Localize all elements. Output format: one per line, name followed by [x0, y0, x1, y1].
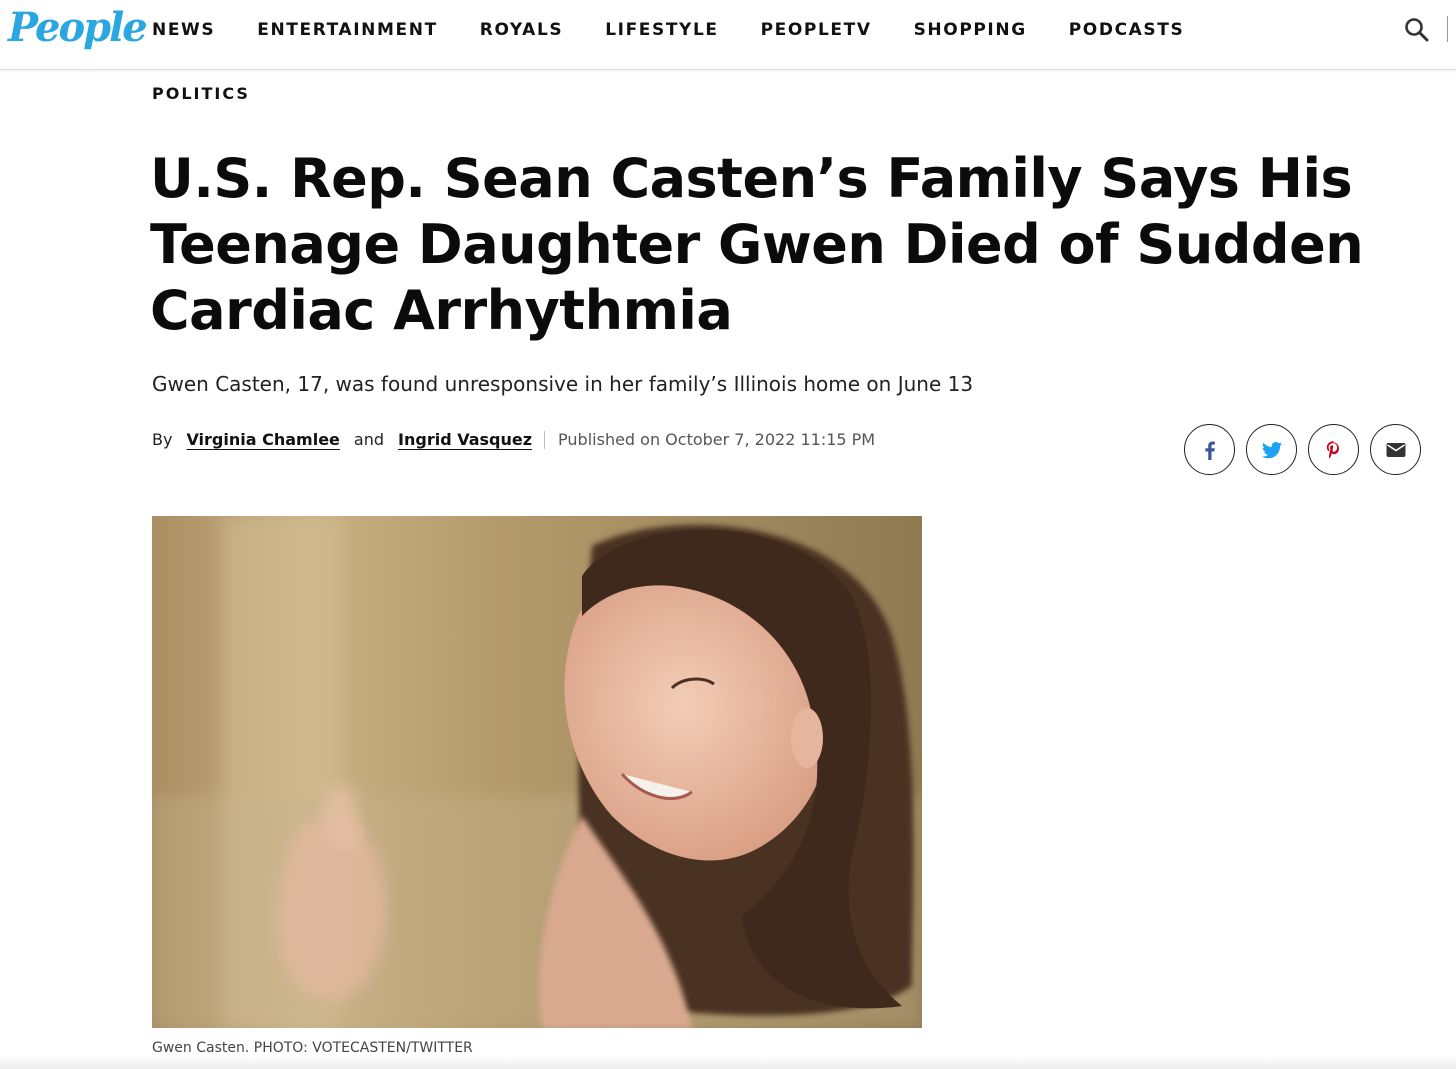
published-date: Published on October 7, 2022 11:15 PM	[558, 430, 876, 449]
main-nav: NEWS ENTERTAINMENT ROYALS LIFESTYLE PEOP…	[152, 20, 1226, 40]
facebook-icon	[1204, 441, 1215, 460]
byline-joiner: and	[353, 430, 385, 449]
email-icon	[1386, 442, 1405, 457]
share-facebook-button[interactable]	[1184, 424, 1235, 475]
site-header: People NEWS ENTERTAINMENT ROYALS LIFESTY…	[0, 0, 1456, 70]
nav-item-shopping[interactable]: SHOPPING	[914, 20, 1027, 40]
headline-line: Cardiac Arrhythmia	[150, 279, 733, 342]
nav-item-lifestyle[interactable]: LIFESTYLE	[605, 20, 718, 40]
byline-prefix: By	[152, 430, 173, 449]
bottom-fade	[0, 1056, 1456, 1069]
nav-item-entertainment[interactable]: ENTERTAINMENT	[257, 20, 438, 40]
photo-caption: Gwen Casten. PHOTO: VOTECASTEN/TWITTER	[152, 1040, 473, 1056]
article-photo	[152, 516, 922, 1028]
photo-illustration	[152, 516, 922, 1028]
pinterest-icon	[1326, 440, 1339, 459]
article-headline: U.S. Rep. Sean Casten’s Family Says His …	[150, 146, 1380, 344]
header-divider	[1447, 16, 1448, 42]
twitter-icon	[1261, 441, 1282, 458]
search-button[interactable]	[1403, 16, 1431, 44]
nav-item-news[interactable]: NEWS	[152, 20, 215, 40]
article-category[interactable]: POLITICS	[152, 84, 250, 103]
share-pinterest-button[interactable]	[1308, 424, 1359, 475]
headline-line: Teenage Daughter Gwen Died of Sudden	[150, 213, 1364, 276]
people-logo[interactable]: People	[8, 4, 148, 51]
share-bar	[1184, 424, 1432, 475]
share-twitter-button[interactable]	[1246, 424, 1297, 475]
headline-line: U.S. Rep. Sean Casten’s Family Says His	[150, 147, 1353, 210]
byline: By Virginia Chamlee and Ingrid Vasquez P…	[152, 430, 875, 449]
nav-item-podcasts[interactable]: PODCASTS	[1069, 20, 1185, 40]
nav-item-peopletv[interactable]: PEOPLETV	[761, 20, 872, 40]
byline-divider	[544, 430, 546, 449]
nav-item-royals[interactable]: ROYALS	[480, 20, 563, 40]
author-link-virginia-chamlee[interactable]: Virginia Chamlee	[186, 430, 339, 449]
share-email-button[interactable]	[1370, 424, 1421, 475]
article-dek: Gwen Casten, 17, was found unresponsive …	[152, 372, 974, 396]
search-icon	[1405, 18, 1429, 42]
author-link-ingrid-vasquez[interactable]: Ingrid Vasquez	[398, 430, 532, 449]
